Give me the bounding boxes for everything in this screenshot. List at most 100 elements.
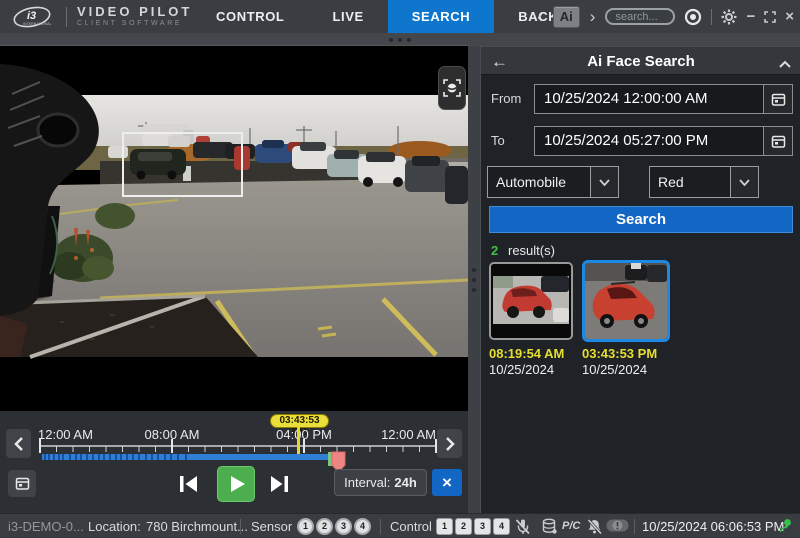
sensor-label: Sensor: [251, 514, 292, 538]
close-button[interactable]: ×: [785, 9, 794, 24]
notifications-muted-icon[interactable]: [586, 518, 603, 535]
location-label: Location:: [88, 514, 141, 538]
video-canvas: [0, 46, 468, 411]
timeline-current-time-line: [297, 427, 300, 454]
timeline-panel: 03:43:53 PM 12:00 AM 08:00 AM 04:00 PM 1…: [0, 411, 468, 513]
topbar: i3 INTERNATIONAL VIDEO PILOT CLIENT SOFT…: [0, 0, 800, 33]
search-input[interactable]: [605, 8, 675, 25]
topbar-right-cluster: ‹ Ai › − ×: [536, 0, 794, 33]
record-target-icon[interactable]: [684, 8, 702, 26]
horizontal-splitter[interactable]: [0, 33, 800, 46]
brand-title: VIDEO PILOT: [77, 5, 192, 19]
microphone-muted-icon[interactable]: [514, 518, 531, 535]
result-date: 10/25/2024: [489, 362, 554, 377]
statusbar-divider: [634, 519, 635, 534]
chevron-down-icon: [599, 179, 610, 186]
chevron-up-icon: [779, 60, 791, 68]
video-pane: 03:43:53 PM 12:00 AM 08:00 AM 04:00 PM 1…: [0, 46, 468, 513]
chevron-down-icon: [739, 179, 750, 186]
chevron-right-icon: [444, 436, 456, 452]
skip-forward-icon: [268, 474, 292, 494]
ai-face-search-panel: ← Ai Face Search From 10/25/2024 12:00:0…: [480, 46, 800, 513]
sensor-button-2[interactable]: 2: [316, 518, 333, 535]
from-calendar-button[interactable]: [764, 84, 793, 114]
calendar-icon: [771, 92, 786, 107]
play-button[interactable]: [217, 466, 255, 502]
svg-text:i3: i3: [27, 10, 36, 22]
server-name: i3-DEMO-0...: [8, 514, 84, 538]
tab-live[interactable]: LIVE: [308, 0, 387, 33]
ai-next-icon[interactable]: ›: [589, 9, 597, 25]
control-button-2[interactable]: 2: [455, 518, 472, 535]
brand-subtitle: CLIENT SOFTWARE: [77, 19, 192, 28]
calendar-icon: [771, 134, 786, 149]
pin-icon[interactable]: [778, 518, 793, 533]
result-thumbnail-2-selected[interactable]: [582, 260, 670, 342]
collapse-panel-button[interactable]: [779, 56, 791, 71]
control-button-3[interactable]: 3: [474, 518, 491, 535]
control-button-1[interactable]: 1: [436, 518, 453, 535]
skip-back-icon: [176, 474, 200, 494]
object-type-select[interactable]: Automobile: [487, 166, 619, 198]
timeline-close-button[interactable]: ×: [432, 469, 462, 496]
sensor-button-4[interactable]: 4: [354, 518, 371, 535]
interval-value: 24h: [394, 475, 416, 490]
to-label: To: [491, 126, 505, 156]
result-image-red-suv: [585, 263, 667, 339]
from-label: From: [491, 84, 521, 114]
panel-title: Ai Face Search: [481, 47, 800, 76]
alert-status-icon: [606, 518, 629, 533]
result-time: 08:19:54 AM: [489, 346, 564, 361]
to-datetime-field[interactable]: 10/25/2024 05:27:00 PM: [534, 126, 764, 156]
ai-mode-icon[interactable]: Ai: [553, 6, 580, 28]
timeline-next-button[interactable]: [437, 429, 462, 458]
app-logo: i3 INTERNATIONAL VIDEO PILOT CLIENT SOFT…: [0, 4, 200, 30]
to-calendar-button[interactable]: [764, 126, 793, 156]
statusbar-divider: [380, 519, 381, 534]
logo-divider: [66, 7, 67, 27]
control-button-4[interactable]: 4: [493, 518, 510, 535]
ai-prev-icon[interactable]: ‹: [536, 9, 544, 25]
timeline-prev-button[interactable]: [6, 429, 31, 458]
calendar-icon: [15, 476, 30, 491]
topbar-divider: [711, 9, 712, 25]
prev-frame-button[interactable]: [174, 469, 202, 499]
result-image-red-hatchback: [491, 264, 571, 338]
chevron-left-icon: [13, 436, 25, 452]
maximize-button[interactable]: [764, 11, 776, 23]
sensor-button-1[interactable]: 1: [297, 518, 314, 535]
panel-header: ← Ai Face Search: [481, 46, 800, 75]
i3-logo-icon: i3 INTERNATIONAL: [10, 4, 56, 30]
results-suffix: result(s): [508, 243, 555, 258]
from-datetime-field[interactable]: 10/25/2024 12:00:00 AM: [534, 84, 764, 114]
result-thumbnail-1[interactable]: [489, 262, 573, 340]
color-select[interactable]: Red: [649, 166, 759, 198]
svg-text:INTERNATIONAL: INTERNATIONAL: [23, 22, 52, 26]
system-datetime: 10/25/2024 06:06:53 PM: [642, 514, 784, 538]
timeline-calendar-button[interactable]: [8, 470, 36, 497]
next-frame-button[interactable]: [266, 469, 294, 499]
gear-icon[interactable]: [721, 9, 737, 25]
search-button[interactable]: Search: [489, 206, 793, 233]
tab-search[interactable]: SEARCH: [388, 0, 495, 33]
video-pilot-app: i3 INTERNATIONAL VIDEO PILOT CLIENT SOFT…: [0, 0, 800, 538]
video-frame-scene: [0, 46, 468, 411]
interval-label: Interval:: [344, 475, 390, 490]
storage-icon: [541, 518, 558, 535]
color-value: Red: [650, 167, 730, 197]
location-value: 780 Birchmount...: [146, 514, 248, 538]
vertical-splitter[interactable]: [468, 46, 480, 513]
minimize-button[interactable]: −: [746, 9, 755, 24]
play-icon: [223, 472, 249, 496]
sensor-button-3[interactable]: 3: [335, 518, 352, 535]
face-scan-icon: [443, 78, 461, 98]
face-search-toggle-button[interactable]: [438, 66, 466, 110]
results-count: 2: [491, 243, 498, 258]
result-date: 10/25/2024: [582, 362, 647, 377]
pac-icon: P/C: [562, 514, 580, 538]
statusbar-divider: [240, 519, 241, 534]
statusbar: i3-DEMO-0... Location: 780 Birchmount...…: [0, 513, 800, 538]
tab-control[interactable]: CONTROL: [192, 0, 308, 33]
control-label: Control: [390, 514, 432, 538]
result-time: 03:43:53 PM: [582, 346, 657, 361]
